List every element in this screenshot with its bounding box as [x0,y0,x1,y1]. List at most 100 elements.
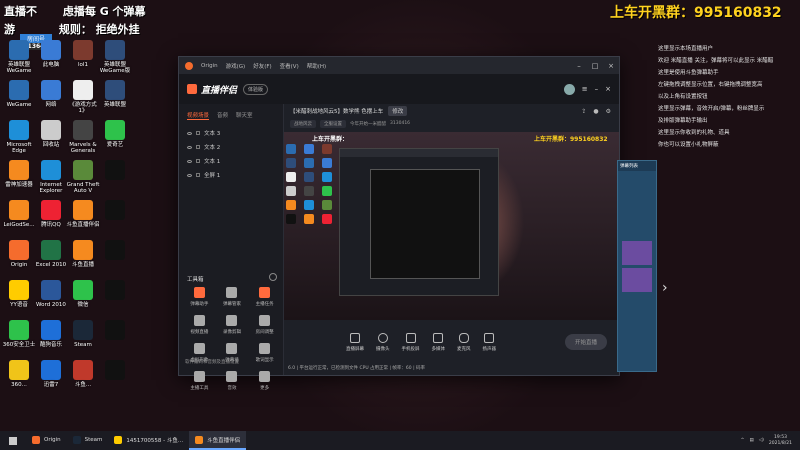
minimize-app-icon[interactable]: – [595,85,599,93]
desktop-icon[interactable]: LeiGodSe... [2,200,36,228]
desktop-icon[interactable] [98,160,132,182]
desktop-icon[interactable]: Internet Explorer [34,160,68,194]
menu-friends[interactable]: 好友(F) [253,62,271,70]
chevron-right-icon[interactable]: › [662,280,668,296]
desktop-icon[interactable]: Origin [2,240,36,268]
tool-button[interactable]: 弹幕管家 [216,287,249,307]
desktop-icon[interactable]: WeGame [2,80,36,108]
settings-pill[interactable]: 全服设置 [320,119,346,128]
menu-view[interactable]: 查看(V) [280,62,299,70]
desktop-icon[interactable]: 雷神加速器 [2,160,36,188]
start-live-button[interactable]: 开始直播 [564,334,607,350]
taskbar-item[interactable]: 1451700558 - 斗鱼... [108,431,189,450]
share-icon[interactable]: ⇪ [581,108,586,115]
minimize-icon[interactable]: – [571,62,587,70]
desktop-icon[interactable] [98,360,132,382]
menu-games[interactable]: 游戏(G) [226,62,246,70]
tool-button[interactable]: 更多 [248,371,281,391]
desktop-icon[interactable] [98,200,132,222]
lock-icon[interactable] [196,145,200,149]
desktop-icon[interactable]: 360安全卫士 [2,320,36,348]
tray-arrow-icon[interactable]: ^ [741,438,745,443]
tab-audio[interactable]: 音频 [217,111,228,120]
desktop-icon[interactable]: YY语音 [2,280,36,308]
edit-title-button[interactable]: 修改 [388,106,408,116]
tab-video-scene[interactable]: 视频场景 [187,111,210,120]
category-pill[interactable]: 战地风云 [290,119,316,128]
desktop-icon[interactable]: 此电脑 [34,40,68,68]
lock-icon[interactable] [196,131,200,135]
close-app-icon[interactable]: × [605,85,611,93]
clock[interactable]: 19:53 2021/8/21 [769,435,792,447]
desktop-icon[interactable]: 斗鱼直播伴侣 [66,200,100,228]
taskbar-item[interactable]: Origin [26,431,67,450]
desktop-icon[interactable]: 酷狗音乐 [34,320,68,348]
desktop-icon[interactable]: Excel 2010 [34,240,68,268]
tool-button[interactable]: 歌词显示 [248,343,281,363]
tab-chat-room[interactable]: 聊天室 [236,111,253,120]
tool-button[interactable]: 主播任务 [248,287,281,307]
tool-button[interactable]: 弹幕助手 [183,287,216,307]
screen-capture-button[interactable]: 直播屏幕 [346,332,364,352]
microphone-button[interactable]: 麦克风 [457,332,471,352]
sidebar-footer[interactable]: 软件编码和音频及直播设置 [185,359,239,365]
speaker-button[interactable]: 扬声器 [483,332,496,352]
menu-help[interactable]: 帮助(H) [307,62,326,70]
eye-icon[interactable] [187,131,192,135]
tool-button[interactable]: 房间调整 [248,315,281,335]
danmaku-list-widget[interactable]: 弹幕列表 [617,160,657,372]
maximize-icon[interactable]: □ [587,62,603,70]
volume-icon[interactable]: ◁) [759,438,764,443]
tool-button[interactable]: 主播工具 [183,371,216,391]
eye-icon[interactable] [187,159,192,163]
taskbar-item[interactable]: 斗鱼直播伴侣 [189,431,247,450]
phone-cast-button[interactable]: 手机投屏 [402,332,420,352]
media-button[interactable]: 多媒体 [432,332,445,352]
desktop-icon[interactable]: 腾讯QQ [34,200,68,228]
desktop-icon[interactable]: 回收站 [34,120,68,148]
desktop-icon[interactable]: 迅雷7 [34,360,68,388]
desktop-icon[interactable]: 《游戏方式 1》 [66,80,100,114]
desktop-icon[interactable]: Steam [66,320,100,348]
tool-button[interactable]: 音效 [216,371,249,391]
desktop-icon[interactable]: 微信 [66,280,100,308]
eye-icon[interactable] [187,173,192,177]
taskbar-item[interactable]: Steam [67,431,109,450]
tool-button[interactable]: 视频直播 [183,315,216,335]
lock-icon[interactable] [196,173,200,177]
desktop-icon[interactable]: 斗鱼直播 [66,240,100,268]
network-icon[interactable]: ▤ [749,438,753,443]
desktop-icon[interactable]: 英雄联盟 WeGame [2,40,36,74]
desktop-icon[interactable]: 网络 [34,80,68,108]
eye-icon[interactable] [187,145,192,149]
stream-preview[interactable]: 上车开黑群： 上车开黑群：995160832 [284,132,619,320]
scene-item[interactable]: 全屏 1 [179,168,283,182]
menu-icon[interactable]: ≡ [582,85,588,93]
desktop-icon[interactable]: Grand Theft Auto V [66,160,100,194]
record-icon[interactable]: ● [593,108,598,115]
settings-icon[interactable]: ⚙ [606,108,611,115]
desktop-icon[interactable]: Microsoft Edge [2,120,36,154]
lock-icon[interactable] [196,159,200,163]
desktop-icon[interactable]: Marvels & Generals [66,120,100,154]
live-companion-window[interactable]: Origin 游戏(G) 好友(F) 查看(V) 帮助(H) – □ × 直播伴… [178,56,620,391]
avatar[interactable] [563,83,575,95]
desktop-icon[interactable]: 斗鱼... [66,360,100,388]
desktop-icon[interactable]: Word 2010 [34,280,68,308]
desktop-icon[interactable]: 360... [2,360,36,388]
desktop-icon[interactable]: lol1 [66,40,100,68]
scene-item[interactable]: 文本 2 [179,140,283,154]
start-button[interactable] [0,431,26,450]
desktop-icon[interactable]: 英雄联盟 WeGame版 [98,40,132,74]
more-tools-icon[interactable] [269,273,277,281]
desktop-icon[interactable]: 英雄联盟 [98,80,132,108]
scene-item[interactable]: 文本 3 [179,126,283,140]
camera-button[interactable]: 摄像头 [376,332,390,352]
tool-button[interactable]: 录像剪辑 [216,315,249,335]
scene-item[interactable]: 文本 1 [179,154,283,168]
desktop-icon[interactable] [98,320,132,342]
menu-origin[interactable]: Origin [201,63,218,69]
desktop-icon[interactable]: 爱奇艺 [98,120,132,148]
desktop-icon[interactable] [98,240,132,262]
close-icon[interactable]: × [603,62,619,70]
